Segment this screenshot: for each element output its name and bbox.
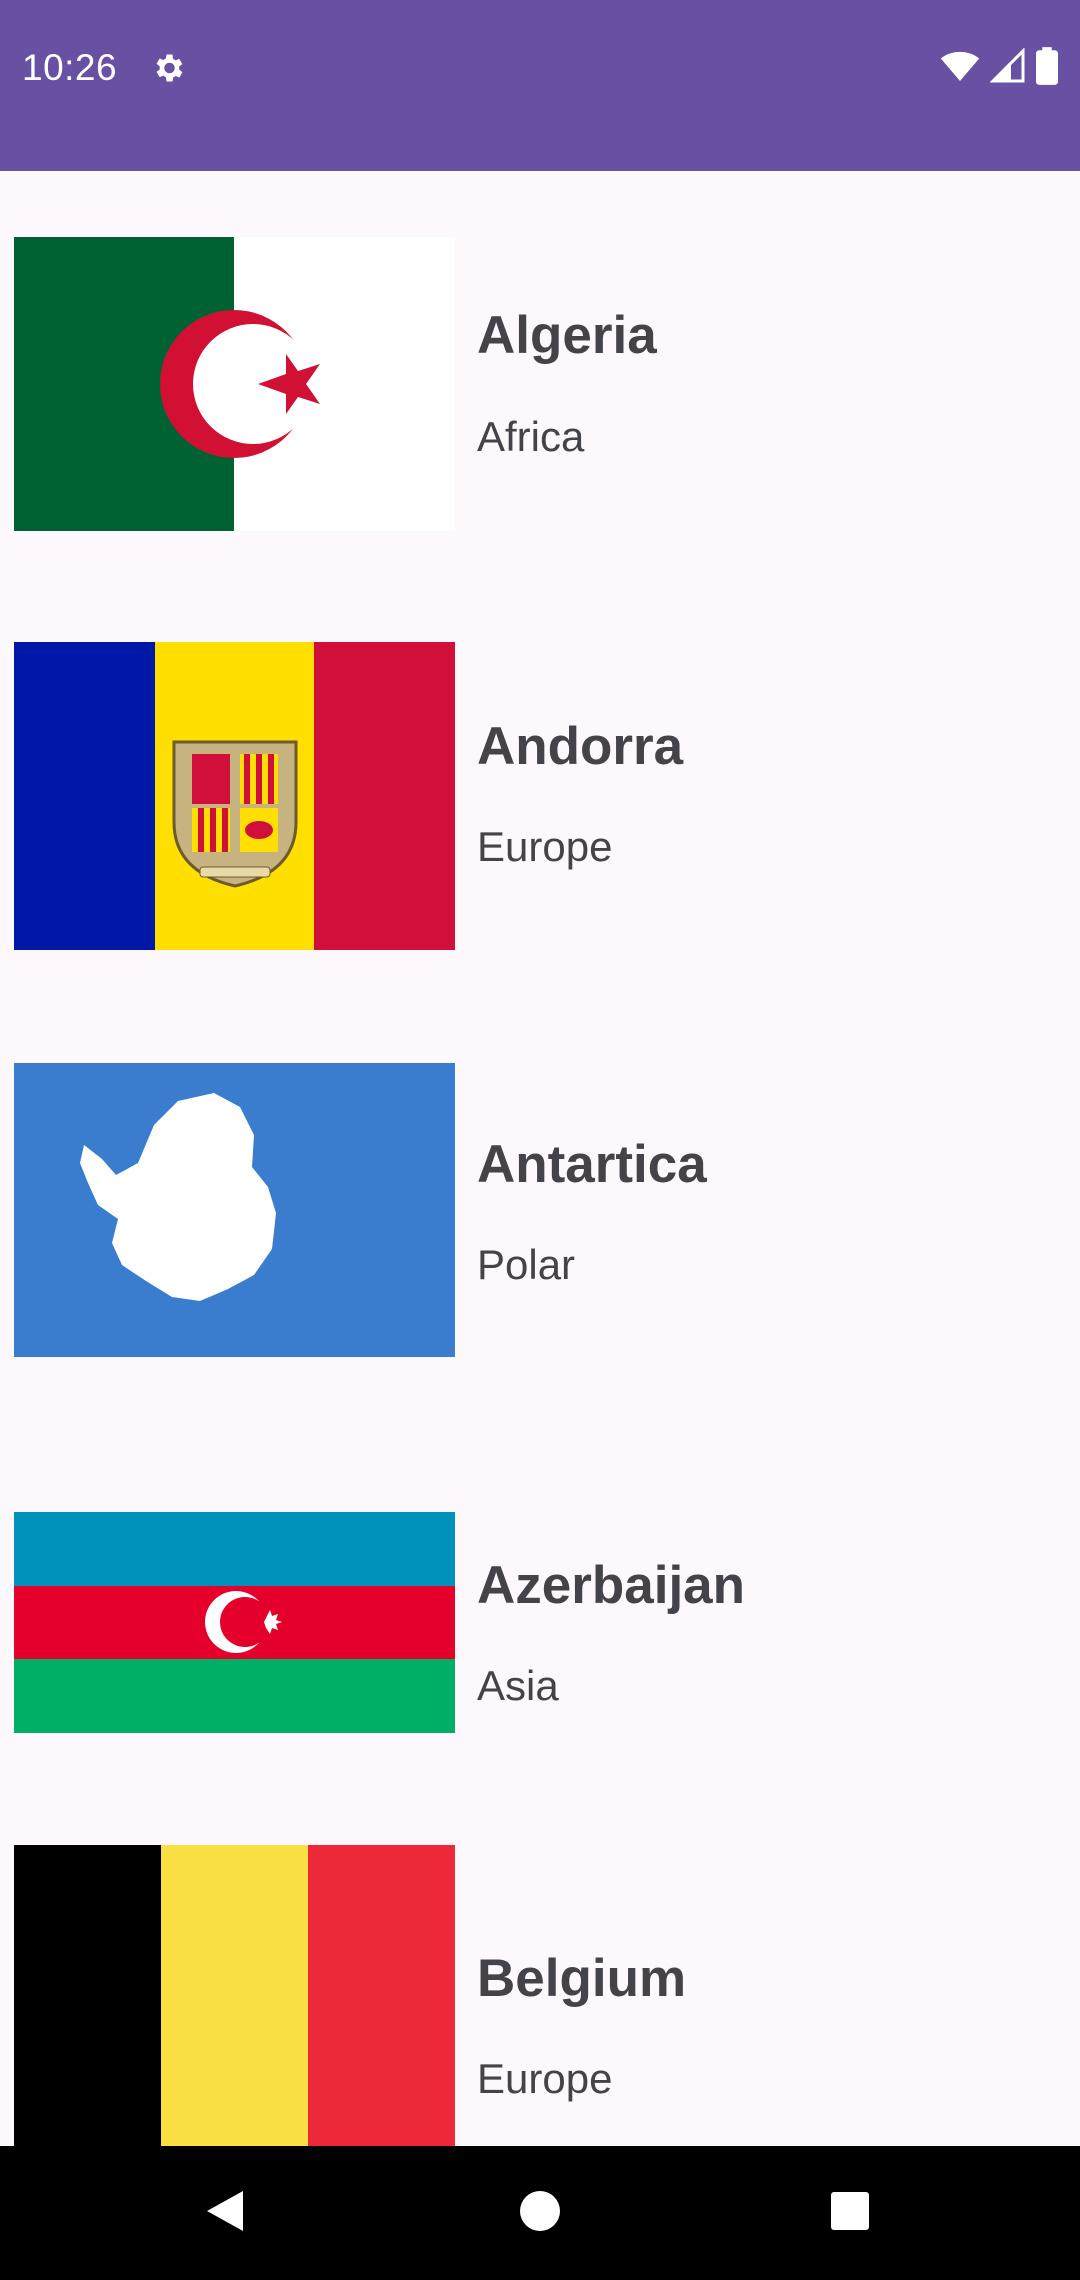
country-name: Antartica [477,1135,707,1194]
country-region: Europe [477,823,613,870]
list-item[interactable]: Andorra Europe [0,571,1080,991]
country-name: Azerbaijan [477,1556,746,1615]
recents-button[interactable] [770,2146,930,2280]
list-item[interactable]: Antartica Polar [0,991,1080,1411]
home-icon [519,2190,561,2237]
wifi-icon [940,46,980,91]
andorra-flag [14,642,455,950]
status-bar: 10:26 [0,0,1080,171]
antarctica-flag [14,1063,455,1357]
recents-icon [830,2191,870,2236]
country-region: Asia [477,1662,559,1709]
list-item[interactable]: Belgium Europe [0,1811,1080,2146]
home-button[interactable] [460,2146,620,2280]
azerbaijan-flag [14,1512,455,1733]
country-region: Polar [477,1241,576,1288]
status-time: 10:26 [22,47,118,88]
country-name: Belgium [477,1949,687,2008]
country-region: Europe [477,2055,613,2102]
country-name: Algeria [477,306,657,365]
list-item[interactable]: Algeria Africa [0,171,1080,571]
country-list[interactable]: Algeria Africa Andorra Europe Antartica … [0,171,1080,2146]
belgium-flag [14,1845,455,2146]
back-icon [205,2189,245,2238]
list-item[interactable]: Azerbaijan Asia [0,1411,1080,1811]
signal-icon [989,46,1026,89]
navigation-bar [0,2146,1080,2280]
country-region: Africa [477,413,585,460]
country-name: Andorra [477,717,684,776]
back-button[interactable] [145,2146,305,2280]
battery-icon [1036,46,1058,90]
algeria-flag [14,237,455,531]
gear-icon [150,50,186,86]
